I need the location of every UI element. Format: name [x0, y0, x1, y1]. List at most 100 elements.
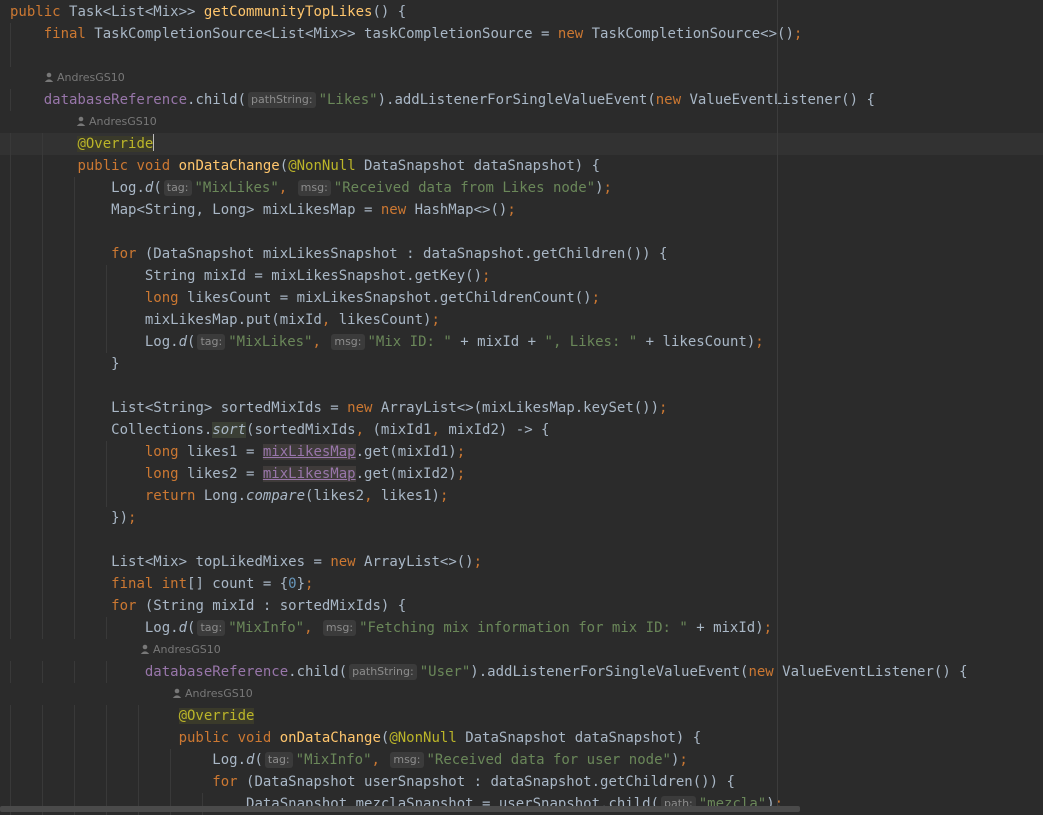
code-token: , [431, 422, 449, 438]
code-token: Log. [111, 180, 145, 196]
code-token: getCommunityTopLikes [203, 4, 373, 20]
parameter-hint: msg: [390, 752, 424, 768]
code-token: Long. [203, 488, 247, 504]
code-token: likes2 = [187, 466, 263, 482]
code-text: final TaskCompletionSource<List<Mix>> ta… [10, 23, 803, 45]
code-token: (DataSnapshot userSnapshot : dataSnapsho… [246, 774, 735, 790]
code-token: ) [595, 180, 604, 196]
code-token: }) [111, 510, 129, 526]
author-inlay-hint[interactable]: AndresGS10 [44, 67, 125, 89]
code-token: new [330, 554, 365, 570]
code-text: }); [10, 507, 136, 529]
parameter-hint: msg: [322, 620, 357, 636]
code-token: mixLikesMap.put(mixId [144, 312, 322, 328]
code-token: mixLikesMap [262, 466, 356, 482]
parameter-hint: tag: [197, 620, 226, 636]
code-token: long [144, 290, 188, 306]
code-token: ; [679, 752, 688, 768]
code-token: + likesCount) [645, 334, 756, 350]
code-text: for (String mixId : sortedMixIds) { [10, 595, 406, 617]
code-token: onDataChange [279, 730, 381, 746]
code-token: (String mixId : sortedMixIds) { [144, 598, 407, 614]
author-name: AndresGS10 [185, 687, 253, 700]
code-token: ; [456, 444, 466, 460]
code-token: compare [246, 488, 306, 504]
code-token: long [144, 466, 188, 482]
code-line[interactable]: @Override [0, 133, 1043, 155]
code-token: new [380, 202, 415, 218]
code-token: new [655, 92, 690, 108]
code-token: "Received data from Likes node" [333, 180, 596, 196]
parameter-hint: tag: [197, 334, 226, 350]
parameter-hint: pathString: [248, 92, 316, 108]
code-token: mixId2) -> { [448, 422, 550, 438]
code-token: ; [507, 202, 516, 218]
code-token: Log. [212, 752, 247, 768]
code-token: ValueEventListener() { [689, 92, 875, 108]
code-text: mixLikesMap.put(mixId, likesCount); [10, 309, 440, 331]
code-token: sort [212, 422, 247, 438]
code-token: ; [439, 488, 449, 504]
code-token: ; [591, 290, 601, 306]
indent-guide [10, 375, 11, 397]
author-name: AndresGS10 [153, 643, 221, 656]
code-token: , [355, 422, 373, 438]
code-token: + mixId) [696, 620, 764, 636]
code-text: List<Mix> topLikedMixes = new ArrayList<… [10, 551, 482, 573]
code-token: .get(mixId1) [355, 444, 457, 460]
code-text: return Long.compare(likes2, likes1); [10, 485, 449, 507]
code-token: likes1 = [187, 444, 263, 460]
code-token: @NonNull [288, 158, 365, 174]
code-token: ; [473, 554, 483, 570]
code-token: likesCount = mixLikesSnapshot.getChildre… [187, 290, 592, 306]
author-inlay-hint[interactable]: AndresGS10 [140, 639, 221, 661]
code-token: ; [659, 400, 668, 416]
code-token: ( [254, 752, 263, 768]
code-token: public void [77, 158, 179, 174]
code-token: public [10, 4, 70, 20]
author-name: AndresGS10 [57, 71, 125, 84]
code-token: @Override [178, 708, 255, 724]
author-inlay-hint[interactable]: AndresGS10 [172, 683, 253, 705]
code-token: (likes2 [305, 488, 365, 504]
code-text: Collections.sort(sortedMixIds, (mixId1, … [10, 419, 550, 441]
indent-guide [42, 375, 43, 397]
horizontal-scrollbar[interactable] [0, 806, 800, 812]
code-token: ValueEventListener() { [782, 664, 968, 680]
code-text: for (DataSnapshot userSnapshot : dataSna… [10, 771, 735, 793]
code-token: .child( [187, 92, 247, 108]
code-text: @Override [10, 133, 155, 155]
code-text: public Task<List<Mix>> getCommunityTopLi… [10, 1, 406, 23]
code-token: 0 [288, 576, 297, 592]
code-text: final int[] count = {0}; [10, 573, 313, 595]
code-token: ).addListenerForSingleValueEvent( [377, 92, 656, 108]
user-icon [140, 644, 150, 654]
code-text: Map<String, Long> mixLikesMap = new Hash… [10, 199, 516, 221]
author-inlay-hint[interactable]: AndresGS10 [76, 111, 157, 133]
code-token: (mixId1 [372, 422, 432, 438]
code-text: databaseReference.child(pathString: "Like… [10, 89, 875, 111]
code-token: "MixInfo" [295, 752, 372, 768]
code-text: for (DataSnapshot mixLikesSnapshot : dat… [10, 243, 667, 265]
code-text: Log.d(tag: "MixInfo", msg: "Fetching mix i… [10, 617, 772, 639]
indent-guide [74, 221, 75, 243]
code-text: long likesCount = mixLikesSnapshot.getCh… [10, 287, 600, 309]
code-token: "Mix ID: " [367, 334, 461, 350]
code-token: "Received data for user node" [426, 752, 671, 768]
code-text: public void onDataChange(@NonNull DataSn… [10, 155, 600, 177]
code-token: DataSnapshot dataSnapshot) { [465, 730, 702, 746]
code-token: Task<List<Mix>> [69, 4, 204, 20]
code-editor[interactable]: public Task<List<Mix>> getCommunityTopLi… [0, 0, 1043, 815]
code-token: final int [111, 576, 188, 592]
